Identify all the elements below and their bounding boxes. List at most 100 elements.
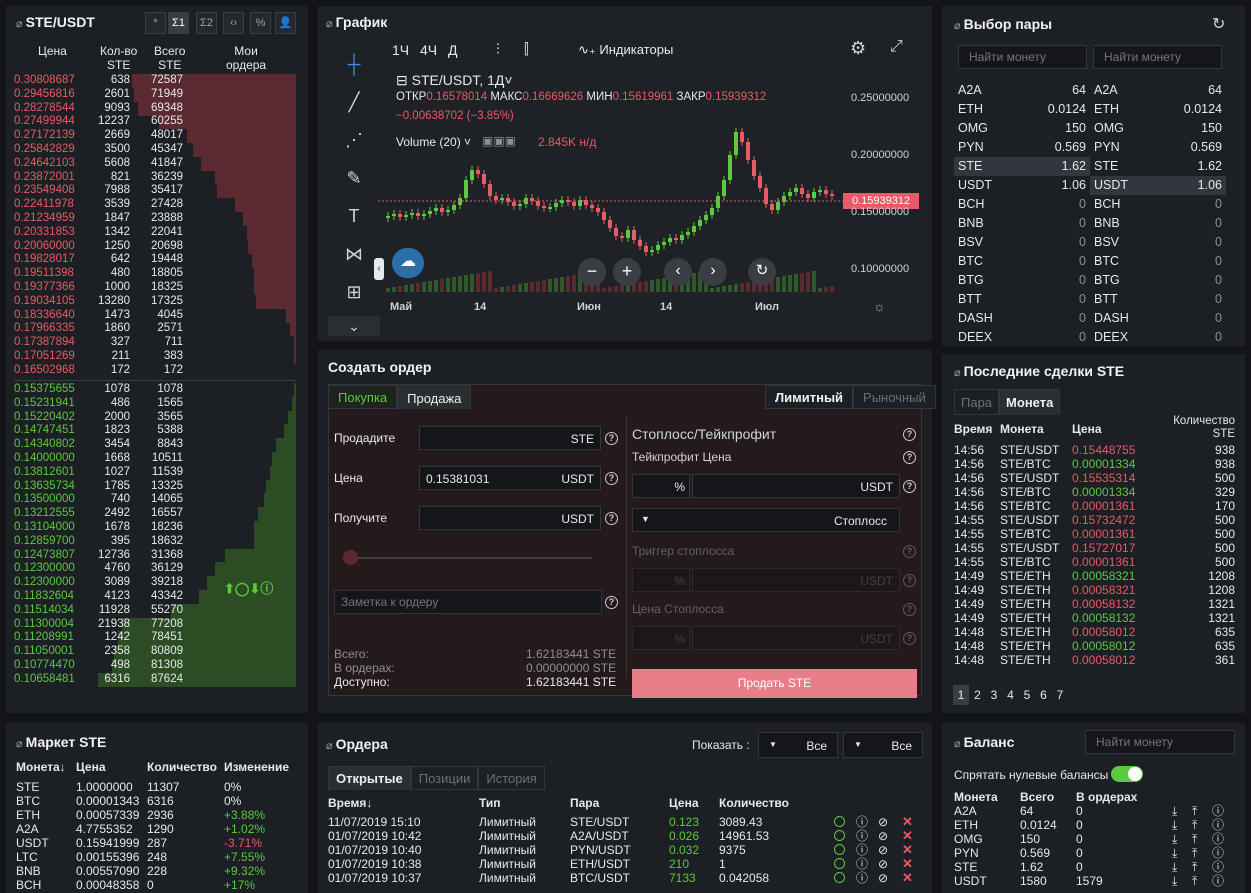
page-button[interactable]: 3 xyxy=(986,685,1002,705)
withdraw-icon[interactable]: ⤒ xyxy=(1192,874,1197,888)
ask-row[interactable]: 0.25842829 3500 45347 xyxy=(14,143,296,157)
sigma1-button[interactable]: Σ1 xyxy=(168,12,189,34)
page-button[interactable]: 7 xyxy=(1052,685,1068,705)
ask-row[interactable]: 0.19034105 13280 17325 xyxy=(14,295,296,309)
bid-row[interactable]: 0.11050001 2358 80809 xyxy=(14,645,296,659)
ask-row[interactable]: 0.27172139 2669 48017 xyxy=(14,129,296,143)
ask-row[interactable]: 0.20060000 1250 20698 xyxy=(14,240,296,254)
tab-sell[interactable]: Продажа xyxy=(397,385,472,409)
candle-style-icon[interactable]: ⫿ xyxy=(524,41,529,58)
deposit-icon[interactable]: ⤓ xyxy=(1172,818,1177,832)
info-icon[interactable]: ⓘ xyxy=(856,871,868,885)
pair-row-left[interactable]: USDT 1.06 xyxy=(954,176,1090,195)
bar-style-icon[interactable]: ⫶ xyxy=(496,41,500,58)
pair-row-right[interactable]: ETH 0.0124 xyxy=(1090,100,1226,119)
ask-row[interactable]: 0.24642103 5608 41847 xyxy=(14,157,296,171)
help-icon[interactable]: ? xyxy=(903,480,916,493)
pair-row-right[interactable]: BTC 0 xyxy=(1090,252,1226,271)
reset-chart-icon[interactable]: ↻ xyxy=(748,258,776,286)
tab-coin[interactable]: Монета xyxy=(999,389,1061,415)
bid-row[interactable]: 0.12859700 395 18632 xyxy=(14,535,296,549)
pair-row-left[interactable]: BTT 0 xyxy=(954,290,1090,309)
info-icon[interactable]: ⓘ xyxy=(1212,832,1224,846)
info-icon[interactable]: ⓘ xyxy=(856,843,868,857)
indicators-button[interactable]: ∿₊ Индикаторы xyxy=(578,42,673,58)
tab-pair[interactable]: Пара xyxy=(954,389,1000,415)
help-icon[interactable]: ? xyxy=(903,428,916,441)
info-icon[interactable]: ⓘ xyxy=(1212,874,1224,888)
bid-row[interactable]: 0.11514034 11928 55270 xyxy=(14,604,296,618)
pair-row-right[interactable]: BTT 0 xyxy=(1090,290,1226,309)
sell-submit-button[interactable]: Продать STE xyxy=(632,669,917,698)
pair-row-right[interactable]: USDT 1.06 xyxy=(1090,176,1226,195)
orders-header-time[interactable]: Время↓ xyxy=(328,796,372,810)
status-circle-icon[interactable] xyxy=(834,816,845,827)
ask-row[interactable]: 0.23549408 7988 35417 xyxy=(14,184,296,198)
pair-row-left[interactable]: BTC 0 xyxy=(954,252,1090,271)
market-row[interactable]: BTC 0.00001343 6316 0% xyxy=(16,794,306,808)
chart-interval-1h[interactable]: 1Ч xyxy=(392,42,409,58)
amount-slider-handle[interactable] xyxy=(343,550,358,565)
code-button[interactable]: ‹› xyxy=(223,12,244,34)
status-circle-icon[interactable] xyxy=(834,858,845,869)
bid-row[interactable]: 0.15231941 486 1565 xyxy=(14,397,296,411)
stop-percent-input[interactable]: % xyxy=(632,626,690,650)
bid-row[interactable]: 0.13635734 1785 13325 xyxy=(14,480,296,494)
status-circle-icon[interactable] xyxy=(834,872,845,883)
pair-row-left[interactable]: BCH 0 xyxy=(954,195,1090,214)
withdraw-icon[interactable]: ⤒ xyxy=(1192,860,1197,874)
chart-theme-icon[interactable]: ☼ xyxy=(873,298,886,314)
edit-icon[interactable]: ⊘ xyxy=(878,829,888,843)
market-row[interactable]: BCH 0.00048358 0 +17% xyxy=(16,878,306,892)
scroll-right-icon[interactable]: › xyxy=(699,258,727,286)
orderbook-action-icons[interactable]: ⬆◯⬇ⓘ xyxy=(224,578,273,597)
trigger-percent-input[interactable]: % xyxy=(632,568,690,592)
pair-row-right[interactable]: BCH 0 xyxy=(1090,195,1226,214)
sell-amount-input[interactable]: STE xyxy=(419,426,601,450)
ask-row[interactable]: 0.17051269 211 383 xyxy=(14,350,296,364)
toolbar-more-icon[interactable]: ⌄ xyxy=(328,316,380,336)
page-button[interactable]: 6 xyxy=(1036,685,1052,705)
sigma2-button[interactable]: Σ2 xyxy=(196,12,217,34)
brush-icon[interactable]: ✎ xyxy=(340,166,368,190)
info-icon[interactable]: ⓘ xyxy=(856,829,868,843)
help-icon[interactable]: ? xyxy=(605,432,618,445)
chart-interval-4h[interactable]: 4Ч xyxy=(420,42,437,58)
zoom-out-icon[interactable]: − xyxy=(578,258,606,286)
toolbar-collapse-handle[interactable]: ‹ xyxy=(374,258,384,280)
hide-zero-toggle[interactable] xyxy=(1111,766,1143,782)
pair-row-left[interactable]: BSV 0 xyxy=(954,233,1090,252)
ask-row[interactable]: 0.21234959 1847 23888 xyxy=(14,212,296,226)
edit-icon[interactable]: ⊘ xyxy=(878,871,888,885)
ask-row[interactable]: 0.19377366 1000 18325 xyxy=(14,281,296,295)
info-icon[interactable]: ⓘ xyxy=(856,815,868,829)
ask-row[interactable]: 0.22411978 3539 27428 xyxy=(14,198,296,212)
bid-row[interactable]: 0.15375655 1078 1078 xyxy=(14,383,296,397)
info-icon[interactable]: ⓘ xyxy=(1212,804,1224,818)
edit-icon[interactable]: ⊘ xyxy=(878,857,888,871)
market-row[interactable]: A2A 4.7755352 1290 +1.02% xyxy=(16,822,306,836)
pair-row-right[interactable]: BNB 0 xyxy=(1090,214,1226,233)
deposit-icon[interactable]: ⤓ xyxy=(1172,874,1177,888)
help-icon[interactable]: ? xyxy=(605,472,618,485)
pair-row-right[interactable]: OMG 150 xyxy=(1090,119,1226,138)
cancel-icon[interactable]: ✕ xyxy=(902,871,913,885)
ask-row[interactable]: 0.28278544 9093 69348 xyxy=(14,102,296,116)
page-button[interactable]: 2 xyxy=(970,685,986,705)
scroll-left-icon[interactable]: ‹ xyxy=(664,258,692,286)
page-button[interactable]: 4 xyxy=(1003,685,1019,705)
ask-row[interactable]: 0.20331853 1342 22041 xyxy=(14,226,296,240)
help-icon[interactable]: ? xyxy=(903,545,916,558)
ask-row[interactable]: 0.30808687 638 72587 xyxy=(14,74,296,88)
bid-row[interactable]: 0.11300004 21938 77208 xyxy=(14,618,296,632)
ask-row[interactable]: 0.17387894 327 711 xyxy=(14,336,296,350)
bid-row[interactable]: 0.10658481 6316 87624 xyxy=(14,673,296,687)
tab-open[interactable]: Открытые xyxy=(328,766,411,790)
tab-history[interactable]: История xyxy=(478,766,545,790)
favorite-button[interactable]: * xyxy=(145,12,166,34)
pair-row-left[interactable]: DEEX 0 xyxy=(954,328,1090,347)
market-row[interactable]: STE 1.0000000 11307 0% xyxy=(16,780,306,794)
price-input[interactable]: 0.15381031 USDT xyxy=(419,466,601,490)
pair-search-input-right[interactable] xyxy=(1093,45,1222,69)
bid-row[interactable]: 0.14747451 1823 5388 xyxy=(14,424,296,438)
